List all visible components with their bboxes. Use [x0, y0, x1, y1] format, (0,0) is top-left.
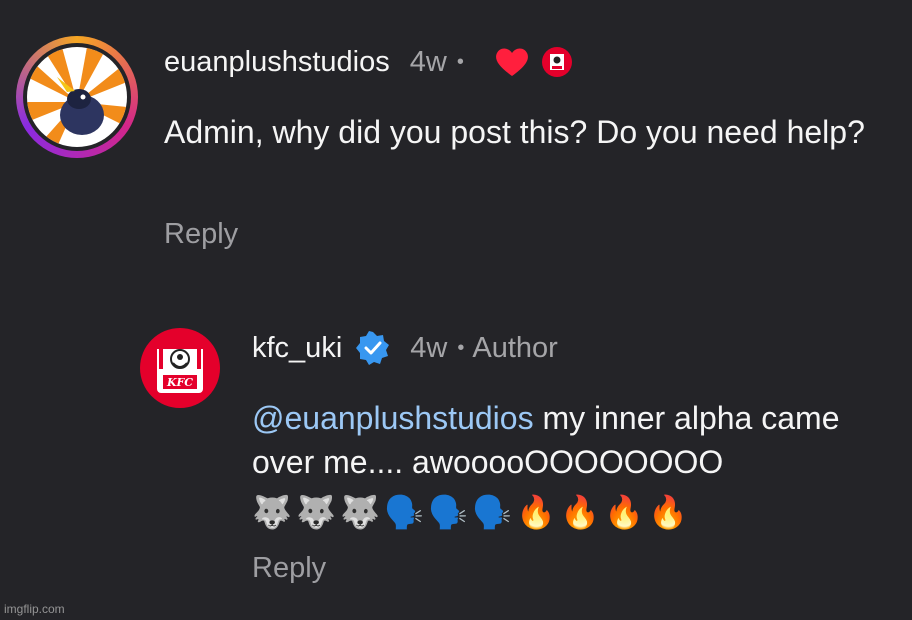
- timestamp: 4w: [409, 45, 447, 78]
- separator-dot: •: [456, 50, 464, 73]
- username[interactable]: kfc_uki: [252, 332, 342, 365]
- reply-button[interactable]: Reply: [164, 218, 238, 251]
- comment-text: @euanplushstudios my inner alpha came ov…: [252, 396, 902, 484]
- speaking-head-emoji-icon: 🗣️: [384, 494, 424, 530]
- emoji-row: 🐺 🐺 🐺 🗣️ 🗣️ 🗣️ 🔥 🔥 🔥 🔥: [252, 490, 688, 530]
- author-liked-badge: [541, 47, 572, 77]
- speaking-head-emoji-icon: 🗣️: [428, 494, 468, 530]
- fire-emoji-icon: 🔥: [516, 494, 556, 530]
- fire-emoji-icon: 🔥: [648, 494, 688, 530]
- username[interactable]: euanplushstudios: [164, 46, 390, 79]
- reply-button[interactable]: Reply: [252, 552, 326, 585]
- avatar[interactable]: [16, 36, 138, 158]
- timestamp: 4w: [410, 331, 448, 364]
- wolf-emoji-icon: 🐺: [252, 494, 292, 530]
- svg-text:KFC: KFC: [166, 376, 193, 389]
- heart-icon[interactable]: [494, 46, 530, 78]
- kfc-logo-avatar-icon: KFC: [157, 343, 203, 393]
- comment-header: kfc_uki 4w • Author: [252, 328, 558, 368]
- kfc-colonel-icon: [549, 54, 564, 70]
- speaking-head-emoji-icon: 🗣️: [472, 494, 512, 530]
- watermark: imgflip.com: [4, 602, 65, 616]
- comment-text: Admin, why did you post this? Do you nee…: [164, 114, 865, 150]
- sunburst-character-avatar-icon: [27, 47, 127, 147]
- verified-badge-icon: [356, 331, 390, 365]
- separator-dot: •: [457, 336, 465, 359]
- mention-link[interactable]: @euanplushstudios: [252, 400, 534, 436]
- wolf-emoji-icon: 🐺: [296, 494, 336, 530]
- fire-emoji-icon: 🔥: [560, 494, 600, 530]
- wolf-emoji-icon: 🐺: [340, 494, 380, 530]
- fire-emoji-icon: 🔥: [604, 494, 644, 530]
- comment-euanplushstudios: euanplushstudios 4w • Admin, why did you…: [0, 0, 912, 300]
- avatar[interactable]: KFC: [140, 328, 220, 408]
- author-badge: Author: [472, 331, 558, 364]
- comment-header: euanplushstudios 4w •: [164, 42, 572, 82]
